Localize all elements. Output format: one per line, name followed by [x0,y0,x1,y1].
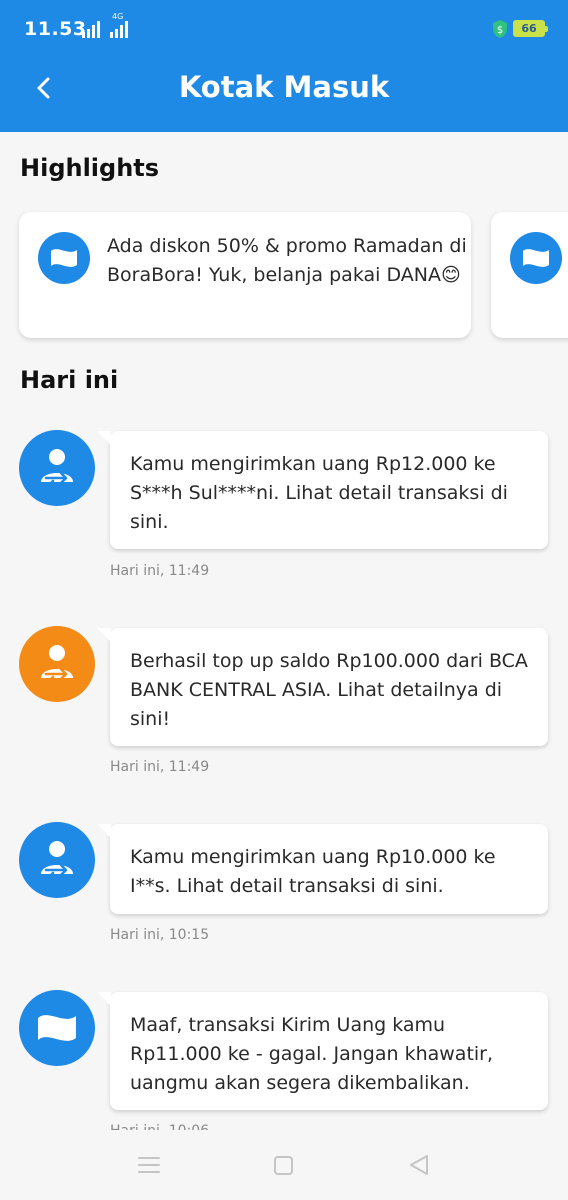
message-bubble[interactable]: Maaf, transaksi Kirim Uang kamu Rp11.000… [97,992,548,1110]
flag-icon [19,990,95,1066]
menu-icon[interactable] [138,1156,160,1174]
status-time: 11.53 [24,18,87,40]
app-header: 11.53 4G $ 66 Kotak Masuk [0,0,568,132]
battery-icon: 66 [513,20,548,37]
navigation-bar [0,1130,568,1200]
flag-icon [510,232,562,284]
message-text: Maaf, transaksi Kirim Uang kamu Rp11.000… [130,1014,494,1094]
page-title: Kotak Masuk [178,70,390,104]
message-text: Kamu mengirimkan uang Rp10.000 ke I**s. … [130,846,496,897]
signal-icon [82,18,128,38]
home-icon[interactable] [274,1156,293,1175]
highlight-text: Ada diskon 50% & promo Ramadan di BoraBo… [107,235,467,286]
network-type: 4G [112,12,124,21]
message-bubble[interactable]: Kamu mengirimkan uang Rp10.000 ke I**s. … [97,824,548,914]
message-time: Hari ini, 11:49 [110,563,210,579]
transfer-icon [19,430,95,506]
svg-text:$: $ [497,25,503,36]
today-title: Hari ini [20,366,119,394]
message-text: Berhasil top up saldo Rp100.000 dari BCA… [130,650,528,730]
highlight-card[interactable] [491,212,568,338]
transfer-icon [19,822,95,898]
flag-icon [38,232,90,284]
message-time: Hari ini, 10:15 [110,927,210,943]
message-bubble[interactable]: Berhasil top up saldo Rp100.000 dari BCA… [97,628,548,746]
message-bubble[interactable]: Kamu mengirimkan uang Rp12.000 ke S***h … [97,431,548,549]
message-time: Hari ini, 11:49 [110,759,210,775]
highlights-title: Highlights [20,154,160,182]
transfer-icon [19,626,95,702]
message-text: Kamu mengirimkan uang Rp12.000 ke S***h … [130,453,508,533]
back-triangle-icon[interactable] [408,1154,430,1176]
shield-icon: $ [493,20,507,38]
highlight-card[interactable]: Ada diskon 50% & promo Ramadan di BoraBo… [19,212,471,338]
